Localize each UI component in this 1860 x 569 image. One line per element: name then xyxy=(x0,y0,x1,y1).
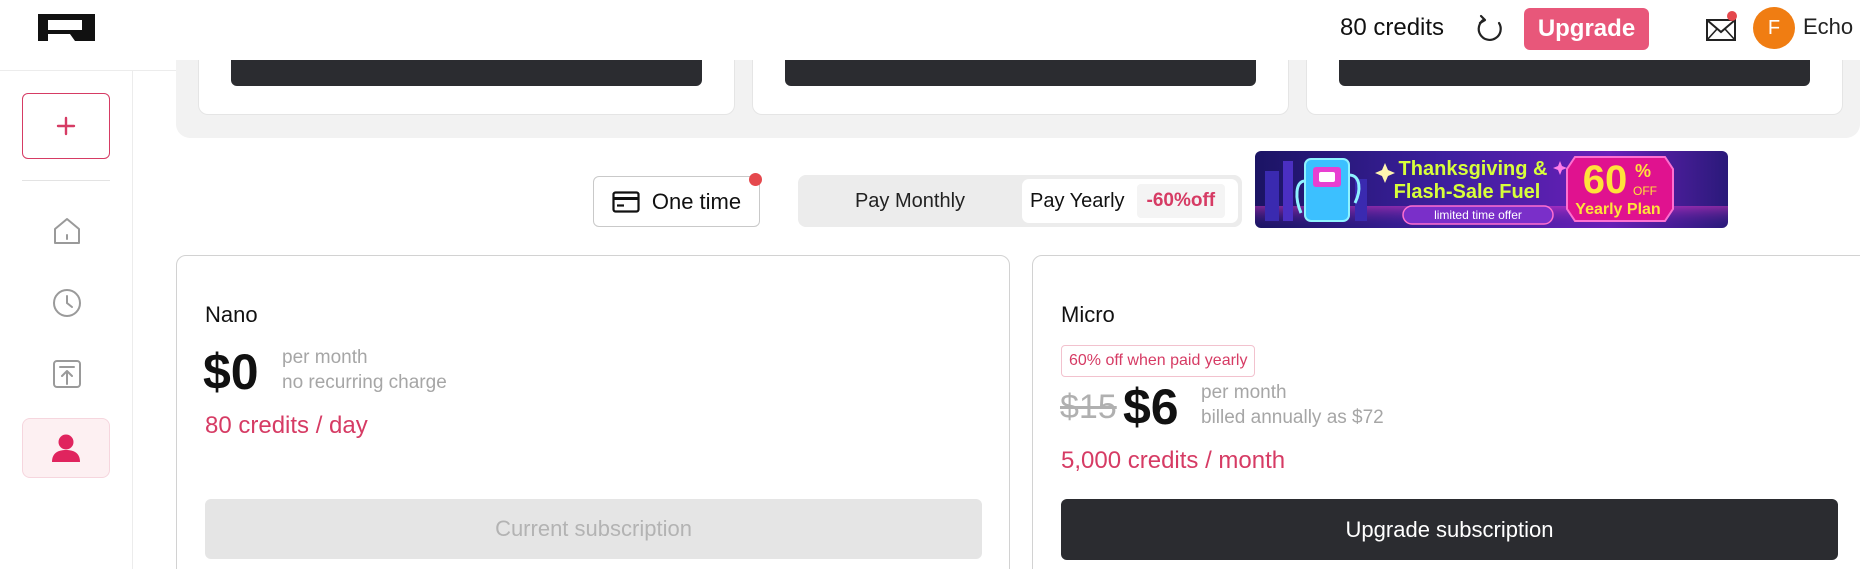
upgrade-subscription-button[interactable]: Upgrade subscription xyxy=(1061,499,1838,560)
plan-price: $6 xyxy=(1123,379,1179,435)
sidebar xyxy=(0,71,133,569)
plan-period: per month xyxy=(282,347,368,368)
home-icon xyxy=(54,218,80,244)
plan-billing-note: billed annually as $72 xyxy=(1201,407,1384,428)
card-icon xyxy=(612,190,640,213)
sidebar-divider xyxy=(22,180,110,181)
promo-plan: Yearly Plan xyxy=(1575,201,1660,218)
top-plan-card xyxy=(752,60,1289,115)
plan-credits: 5,000 credits / month xyxy=(1061,447,1286,474)
username[interactable]: Echo xyxy=(1803,14,1853,40)
billing-period-toggle: Pay Monthly Pay Yearly -60%off xyxy=(798,175,1242,227)
plan-name: Micro xyxy=(1061,302,1115,327)
tab-pay-monthly[interactable]: Pay Monthly xyxy=(798,175,1022,227)
sidebar-item-account[interactable] xyxy=(22,418,110,478)
sidebar-item-home[interactable] xyxy=(48,212,86,250)
notification-dot xyxy=(749,173,762,186)
promo-art: Thanksgiving & Flash-Sale Fuel limited t… xyxy=(1255,156,1728,228)
plan-card-micro: Micro 60% off when paid yearly $15 $6 pe… xyxy=(1032,255,1860,569)
new-button[interactable] xyxy=(22,93,110,159)
sidebar-item-upload[interactable] xyxy=(48,355,86,393)
one-time-button[interactable]: One time xyxy=(593,176,760,227)
top-plan-button[interactable] xyxy=(785,60,1256,86)
plan-name: Nano xyxy=(205,302,258,327)
notification-dot xyxy=(1727,11,1737,21)
plus-icon xyxy=(56,116,76,136)
yearly-discount-badge: -60%off xyxy=(1136,184,1226,218)
credits-count: 80 credits xyxy=(1340,14,1445,41)
current-subscription-button[interactable]: Current subscription xyxy=(205,499,982,559)
clock-icon xyxy=(53,289,81,317)
top-plan-button[interactable] xyxy=(231,60,702,86)
app-logo-icon[interactable] xyxy=(38,14,95,41)
promo-title-line2: Flash-Sale Fuel xyxy=(1394,181,1541,203)
top-plan-card xyxy=(198,60,735,115)
upgrade-button[interactable]: Upgrade xyxy=(1524,8,1649,50)
top-plan-button[interactable] xyxy=(1339,60,1810,86)
plan-card-nano: Nano $0 per month no recurring charge 80… xyxy=(176,255,1010,569)
tab-pay-yearly[interactable]: Pay Yearly -60%off xyxy=(1022,179,1238,223)
promo-banner[interactable]: Thanksgiving & Flash-Sale Fuel limited t… xyxy=(1255,151,1728,228)
user-icon xyxy=(52,434,80,462)
promo-percent-sign: % xyxy=(1635,161,1651,181)
promo-percent: 60 xyxy=(1583,158,1628,202)
promo-off: OFF xyxy=(1633,184,1657,198)
promo-tagline: limited time offer xyxy=(1434,208,1522,222)
refresh-icon[interactable] xyxy=(1475,14,1505,44)
plan-billing-note: no recurring charge xyxy=(282,372,447,393)
one-time-label: One time xyxy=(651,188,742,214)
plan-credits: 80 credits / day xyxy=(205,412,368,439)
promo-title-line1: Thanksgiving & xyxy=(1399,158,1548,180)
plan-original-price: $15 xyxy=(1060,388,1117,426)
yearly-discount-badge: 60% off when paid yearly xyxy=(1061,345,1256,377)
plan-period: per month xyxy=(1201,382,1287,403)
sidebar-item-history[interactable] xyxy=(48,284,86,322)
plan-price: $0 xyxy=(203,344,259,400)
upload-icon xyxy=(53,360,81,388)
avatar[interactable]: F xyxy=(1753,7,1795,49)
pay-yearly-label: Pay Yearly xyxy=(1030,189,1125,212)
top-plan-card xyxy=(1306,60,1843,115)
